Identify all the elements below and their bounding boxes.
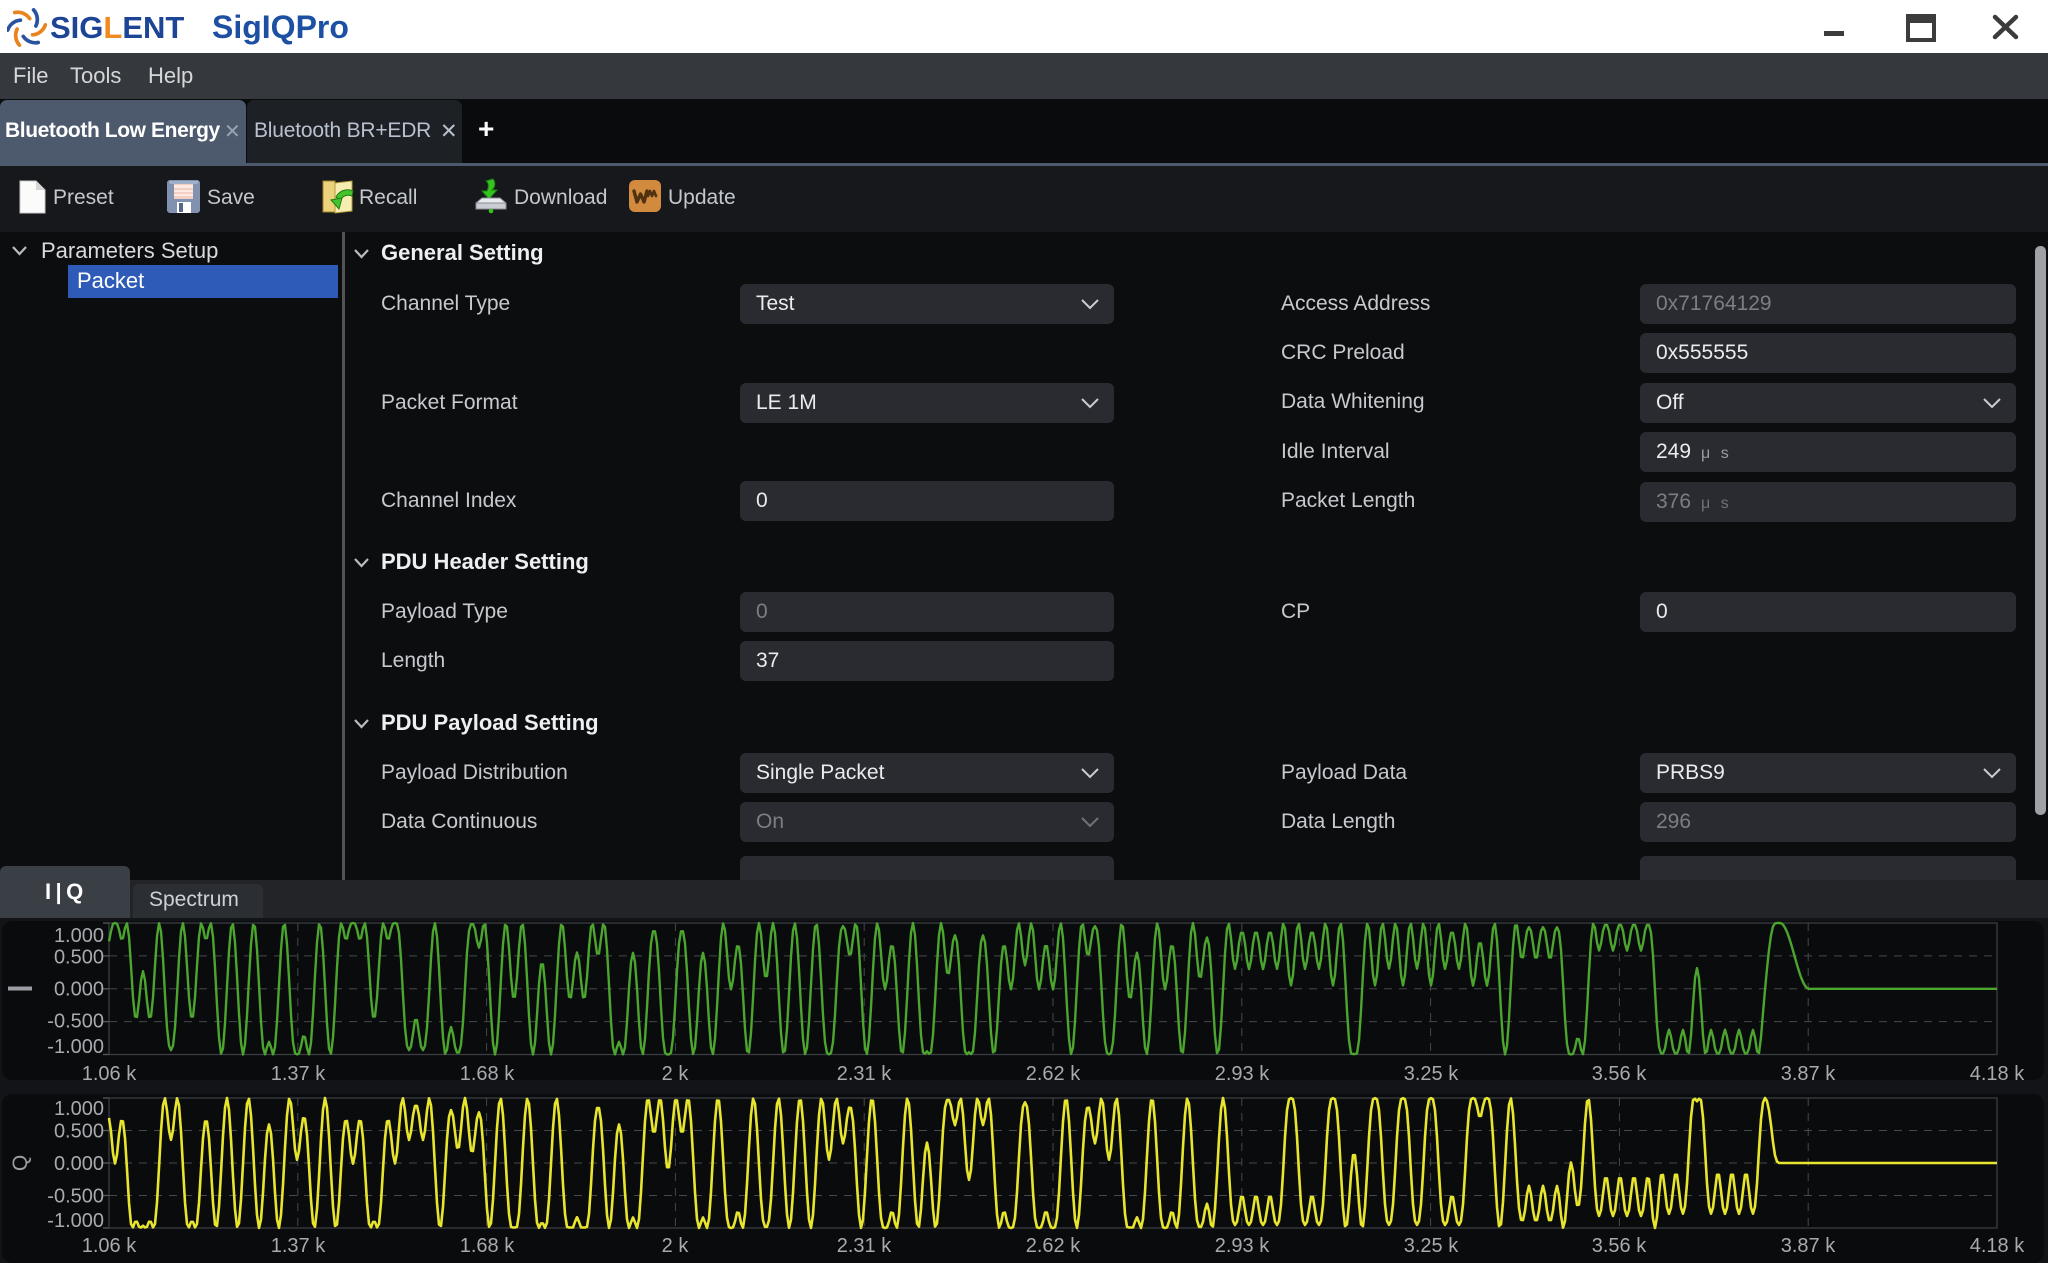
svg-text:3.25 k: 3.25 k — [1404, 1235, 1459, 1257]
svg-text:1.06 k: 1.06 k — [82, 1063, 137, 1085]
svg-text:1.06 k: 1.06 k — [82, 1235, 137, 1257]
svg-text:1.000: 1.000 — [54, 1098, 104, 1120]
svg-text:2.93 k: 2.93 k — [1215, 1063, 1270, 1085]
svg-text:1.000: 1.000 — [54, 925, 104, 947]
svg-text:2 k: 2 k — [662, 1063, 690, 1085]
svg-text:2 k: 2 k — [662, 1235, 690, 1257]
svg-text:1.68 k: 1.68 k — [460, 1063, 515, 1085]
svg-text:2.31 k: 2.31 k — [837, 1063, 892, 1085]
svg-text:0.000: 0.000 — [54, 979, 104, 1001]
svg-text:3.56 k: 3.56 k — [1592, 1063, 1647, 1085]
svg-text:1.68 k: 1.68 k — [460, 1235, 515, 1257]
svg-text:3.87 k: 3.87 k — [1781, 1063, 1836, 1085]
svg-text:0.000: 0.000 — [54, 1153, 104, 1175]
svg-text:4.18 k: 4.18 k — [1970, 1063, 2025, 1085]
svg-text:3.25 k: 3.25 k — [1404, 1063, 1459, 1085]
svg-text:3.56 k: 3.56 k — [1592, 1235, 1647, 1257]
svg-text:0.500: 0.500 — [54, 1121, 104, 1143]
svg-text:1.37 k: 1.37 k — [271, 1235, 326, 1257]
svg-text:1.37 k: 1.37 k — [271, 1063, 326, 1085]
svg-text:3.87 k: 3.87 k — [1781, 1235, 1836, 1257]
svg-text:Q: Q — [9, 1155, 32, 1171]
svg-text:2.62 k: 2.62 k — [1026, 1063, 1081, 1085]
svg-text:0.500: 0.500 — [54, 947, 104, 969]
svg-text:-0.500: -0.500 — [47, 1011, 104, 1033]
svg-text:-0.500: -0.500 — [47, 1186, 104, 1208]
svg-text:-1.000: -1.000 — [47, 1210, 104, 1232]
svg-text:4.18 k: 4.18 k — [1970, 1235, 2025, 1257]
svg-text:2.93 k: 2.93 k — [1215, 1235, 1270, 1257]
svg-text:2.31 k: 2.31 k — [837, 1235, 892, 1257]
svg-text:-1.000: -1.000 — [47, 1036, 104, 1058]
svg-text:2.62 k: 2.62 k — [1026, 1235, 1081, 1257]
